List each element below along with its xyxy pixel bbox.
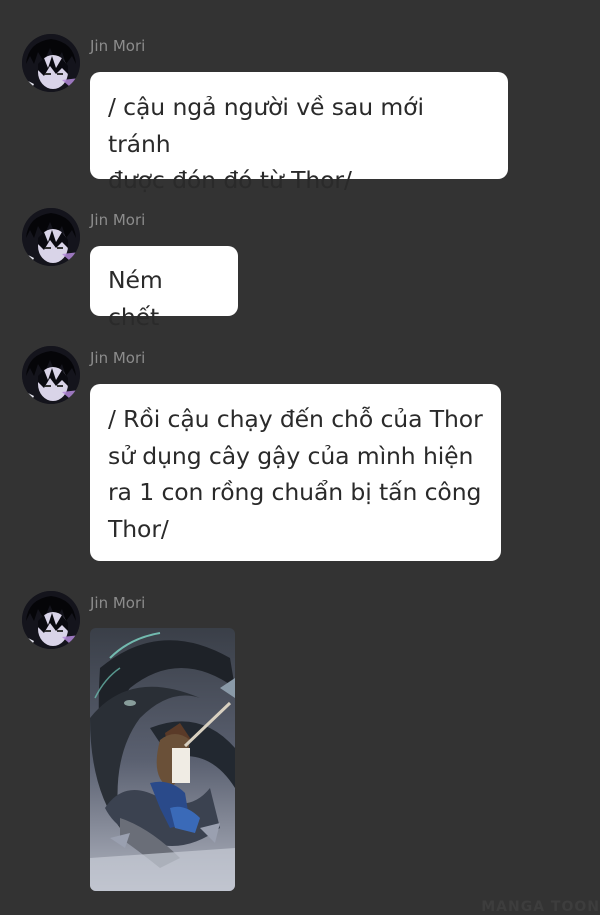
avatar[interactable] <box>22 34 80 92</box>
sender-name: Jin Mori <box>90 37 146 55</box>
sender-name: Jin Mori <box>90 594 146 612</box>
watermark: MANGA TOON <box>481 899 600 915</box>
message-bubble[interactable]: / Rồi cậu chạy đến chỗ của Thor sử dụng … <box>90 384 501 561</box>
sender-name: Jin Mori <box>90 349 146 367</box>
dragon-attack-illustration <box>90 628 235 891</box>
message-image[interactable] <box>90 628 235 891</box>
message-bubble[interactable]: Ném chết <box>90 246 238 331</box>
message-bubble[interactable]: / cậu ngả người về sau mới tránh được đó… <box>90 72 508 194</box>
avatar[interactable] <box>22 591 80 649</box>
avatar[interactable] <box>22 346 80 404</box>
sender-name: Jin Mori <box>90 211 146 229</box>
avatar[interactable] <box>22 208 80 266</box>
